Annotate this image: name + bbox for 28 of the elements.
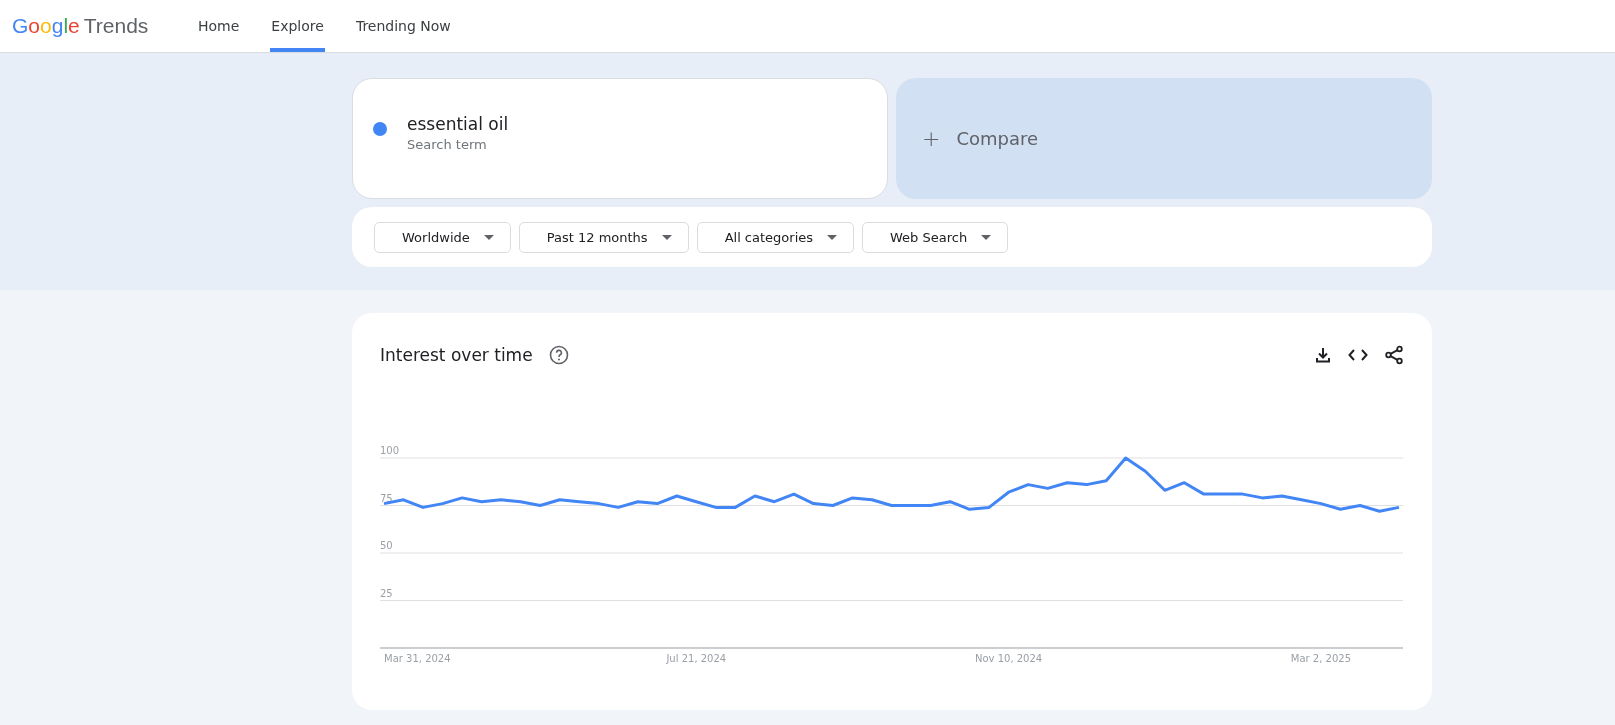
- google-trends-logo[interactable]: Google Trends: [0, 0, 197, 52]
- filter-dropdown[interactable]: Past 12 months: [518, 221, 689, 253]
- compare-button[interactable]: + Compare: [896, 78, 1432, 199]
- y-axis-label: 25: [380, 587, 393, 599]
- caret-icon: [483, 234, 494, 240]
- search-term: essential oil: [407, 113, 509, 134]
- filter-dropdown[interactable]: Worldwide: [374, 221, 511, 253]
- caret-icon: [827, 234, 838, 240]
- x-axis-label: Mar 31, 2024: [384, 653, 451, 664]
- y-axis-label: 75: [380, 492, 393, 504]
- chart-title: Interest over time: [380, 345, 533, 365]
- caret-icon: [661, 234, 672, 240]
- embed-code-icon[interactable]: [1348, 348, 1368, 362]
- filter-dropdown[interactable]: Web Search: [862, 221, 1009, 253]
- y-axis-label: 50: [380, 540, 393, 551]
- download-icon[interactable]: [1314, 346, 1332, 364]
- filter-dropdown[interactable]: All categories: [696, 221, 855, 253]
- x-axis-label: Mar 2, 2025: [1290, 653, 1352, 664]
- search-term-caption: Search term: [407, 136, 488, 152]
- nav-tab[interactable]: Trending Now: [354, 0, 452, 52]
- search-term-card[interactable]: essential oil Search term: [352, 78, 888, 199]
- nav-tab[interactable]: Home: [197, 0, 241, 52]
- x-axis-label: Jul 21, 2024: [666, 653, 727, 664]
- share-icon[interactable]: [1384, 345, 1404, 365]
- help-icon[interactable]: [548, 345, 569, 365]
- caret-icon: [981, 234, 992, 240]
- x-axis-label: Nov 10, 2024: [975, 653, 1043, 664]
- y-axis-label: 100: [380, 445, 400, 456]
